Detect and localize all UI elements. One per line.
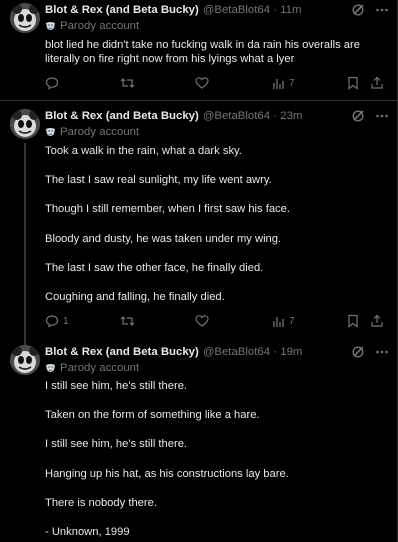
like-button[interactable] [195, 313, 209, 329]
bookmark-icon [348, 76, 358, 90]
avatar[interactable] [10, 345, 40, 375]
author-handle[interactable]: @BetaBlot64 · 19m [203, 346, 303, 358]
like-button[interactable] [195, 75, 209, 91]
timestamp: 11m [280, 4, 302, 16]
tweet-text-line: Hanging up his hat, as his constructions… [45, 468, 289, 480]
avatar[interactable] [10, 3, 40, 33]
tweet-text-line: Bloody and dusty, he was taken under my … [45, 233, 282, 245]
grok-icon[interactable] [351, 345, 365, 359]
tweet-actions: 1 7 [45, 313, 389, 329]
tweet-header: Blot & Rex (and Beta Bucky) @BetaBlot64 … [45, 344, 389, 360]
tweet-text-line: I still see him, he's still there. [45, 380, 188, 392]
tweet-header: Blot & Rex (and Beta Bucky) @BetaBlot64 … [45, 108, 389, 124]
tweet-text-line: Coughing and falling, he finally died. [45, 291, 225, 303]
thread-connector [24, 143, 26, 348]
views-button[interactable]: 7 [272, 75, 295, 91]
tweet-text-line: - Unknown, 1999 [45, 526, 130, 538]
tweet-text-line: Taken on the form of something like a ha… [45, 409, 260, 421]
bookmark-button[interactable] [347, 75, 359, 91]
tweet-text-line: The last I saw real sunlight, my life we… [45, 174, 272, 186]
tweet-1[interactable]: Blot & Rex (and Beta Bucky) @BetaBlot64 … [0, 0, 397, 100]
grok-icon[interactable] [351, 109, 365, 123]
timeline: Blot & Rex (and Beta Bucky) @BetaBlot64 … [0, 0, 398, 542]
tweet-text-line: blot lied he didn't take no fucking walk… [45, 39, 360, 51]
like-icon [195, 77, 209, 89]
retweet-icon [120, 78, 135, 88]
author-name[interactable]: Blot & Rex (and Beta Bucky) [45, 110, 199, 122]
share-icon [371, 76, 383, 89]
parody-label: Parody account [45, 19, 139, 33]
tweet-2[interactable]: Blot & Rex (and Beta Bucky) @BetaBlot64 … [0, 101, 397, 348]
reply-button[interactable] [45, 75, 59, 91]
views-count: 7 [289, 77, 295, 89]
share-button[interactable] [370, 313, 384, 329]
timestamp: 23m [280, 110, 303, 122]
parody-mask-icon [45, 363, 56, 374]
more-icon[interactable] [375, 3, 389, 17]
author-name[interactable]: Blot & Rex (and Beta Bucky) [45, 346, 199, 358]
tweet-text-line: Though I still remember, when I first sa… [45, 203, 290, 215]
reply-icon [45, 315, 59, 328]
parody-label: Parody account [45, 125, 139, 139]
views-icon [273, 316, 284, 327]
parody-mask-icon [45, 21, 56, 32]
more-icon[interactable] [375, 109, 389, 123]
tweet-3[interactable]: Blot & Rex (and Beta Bucky) @BetaBlot64 … [0, 341, 397, 542]
grok-icon[interactable] [351, 3, 365, 17]
bookmark-icon [348, 314, 358, 328]
more-icon[interactable] [375, 345, 389, 359]
avatar[interactable] [10, 109, 40, 139]
tweet-text-line: literally on fire right now from his lyi… [45, 53, 295, 65]
views-button[interactable]: 7 [272, 313, 295, 329]
retweet-icon [120, 316, 135, 326]
views-count: 7 [289, 315, 295, 327]
tweet-text-line: The last I saw the other face, he finall… [45, 262, 264, 274]
retweet-button[interactable] [120, 313, 135, 329]
tweet-text-line: I still see him, he's still there. [45, 438, 188, 450]
parody-mask-icon [45, 127, 56, 138]
reply-icon [45, 77, 59, 90]
tweet-text-line: Took a walk in the rain, what a dark sky… [45, 145, 242, 157]
author-name[interactable]: Blot & Rex (and Beta Bucky) [45, 4, 199, 16]
tweet-header: Blot & Rex (and Beta Bucky) @BetaBlot64 … [45, 2, 389, 18]
bookmark-button[interactable] [347, 313, 359, 329]
tweet-text-line: There is nobody there. [45, 497, 157, 509]
reply-button[interactable]: 1 [45, 313, 69, 329]
retweet-button[interactable] [120, 75, 135, 91]
author-handle[interactable]: @BetaBlot64 · 11m [203, 4, 302, 16]
share-button[interactable] [370, 75, 384, 91]
author-handle[interactable]: @BetaBlot64 · 23m [203, 110, 303, 122]
parody-label: Parody account [45, 361, 139, 375]
timestamp: 19m [280, 346, 303, 358]
like-icon [195, 315, 209, 327]
views-icon [273, 78, 284, 89]
share-icon [371, 314, 383, 327]
tweet-actions: 7 [45, 75, 389, 91]
reply-count: 1 [63, 315, 69, 327]
